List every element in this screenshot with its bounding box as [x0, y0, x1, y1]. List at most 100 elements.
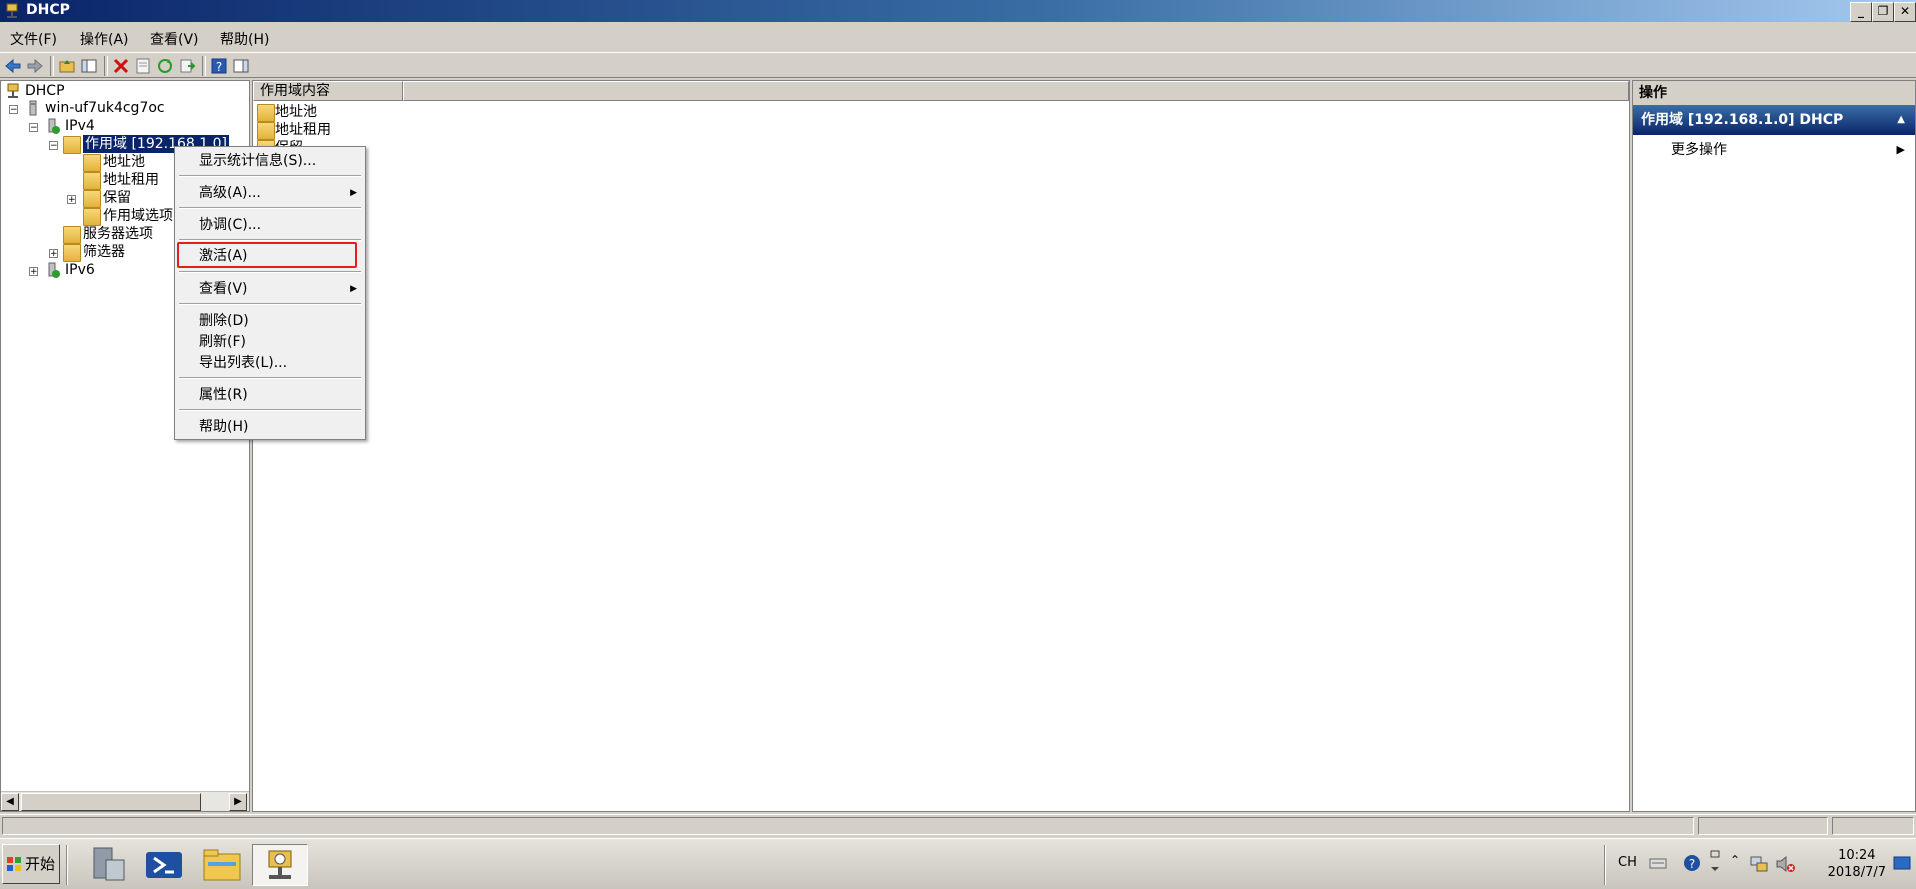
- forward-arrow-icon[interactable]: [26, 57, 44, 75]
- start-button[interactable]: 开始: [2, 844, 60, 884]
- context-menu: 显示统计信息(S)... 高级(A)... ▶ 协调(C)... 激活(A) 查…: [174, 146, 366, 440]
- menu-bar: 文件(F) 操作(A) 查看(V) 帮助(H): [0, 24, 1916, 50]
- network-icon[interactable]: [1748, 853, 1770, 875]
- tree-horizontal-scrollbar[interactable]: ◀ ▶: [1, 791, 249, 811]
- powershell-icon[interactable]: [138, 844, 190, 886]
- menu-item-export-list[interactable]: 导出列表(L)...: [199, 353, 287, 373]
- restore-button[interactable]: ❐: [1872, 2, 1894, 22]
- menu-item-help[interactable]: 帮助(H): [199, 417, 248, 437]
- show-hide-tree-icon[interactable]: [80, 57, 98, 75]
- input-language-indicator[interactable]: CH: [1618, 855, 1637, 870]
- taskbar-separator: [66, 845, 68, 885]
- tree-node-ipv4[interactable]: IPv4: [65, 117, 95, 135]
- menu-item-reconcile[interactable]: 协调(C)...: [199, 215, 261, 235]
- delete-icon[interactable]: [112, 57, 130, 75]
- menu-item-show-statistics[interactable]: 显示统计信息(S)...: [199, 151, 316, 171]
- back-arrow-icon[interactable]: [4, 57, 22, 75]
- taskbar-separator: [1604, 845, 1606, 885]
- tree-node-ipv6[interactable]: IPv6: [65, 261, 95, 279]
- windows-logo-icon: [7, 857, 21, 871]
- clock-date: 2018/7/7: [1827, 865, 1886, 880]
- tree-collapse-toggle[interactable]: −: [9, 105, 18, 115]
- scope-options-folder-icon: [83, 208, 101, 226]
- status-bar: [0, 814, 1916, 836]
- menu-item-refresh[interactable]: 刷新(F): [199, 332, 246, 352]
- help-icon[interactable]: ?: [210, 57, 228, 75]
- taskbar: 开始 CH ? ⌃ 10:24 2018/7/7: [0, 838, 1916, 889]
- tree-expand-toggle[interactable]: +: [29, 267, 38, 277]
- scope-folder-icon: [63, 136, 81, 154]
- tree-expand-toggle[interactable]: +: [49, 249, 58, 259]
- show-action-pane-icon[interactable]: [232, 57, 250, 75]
- toolbar-separator: [104, 56, 108, 76]
- menu-separator: [179, 303, 361, 305]
- status-panel: [1832, 817, 1914, 835]
- collapse-up-icon[interactable]: ▲: [1897, 105, 1905, 135]
- system-clock[interactable]: 10:24 2018/7/7: [1828, 847, 1886, 881]
- properties-icon[interactable]: [134, 57, 152, 75]
- submenu-arrow-icon: ▶: [1896, 143, 1905, 156]
- tree-node-address-pool[interactable]: 地址池: [103, 153, 145, 171]
- title-bar: DHCP _ ❐ ✕: [0, 0, 1916, 22]
- tree-node-reservations[interactable]: 保留: [103, 189, 131, 207]
- svg-text:?: ?: [216, 60, 222, 74]
- tree-node-address-leases[interactable]: 地址租用: [103, 171, 159, 189]
- reservations-folder-icon: [83, 190, 101, 208]
- close-button[interactable]: ✕: [1894, 2, 1916, 22]
- toolbar-separator: [50, 56, 54, 76]
- list-item[interactable]: 地址租用: [275, 121, 331, 139]
- toolbar-separator: [202, 56, 206, 76]
- menu-separator: [179, 409, 361, 411]
- tree-expand-toggle[interactable]: +: [67, 195, 76, 205]
- ime-options-icon[interactable]: [1708, 849, 1722, 877]
- action-section-scope[interactable]: 作用域 [192.168.1.0] DHCP ▲: [1633, 105, 1915, 135]
- scroll-left-button[interactable]: ◀: [1, 793, 19, 811]
- scroll-thumb[interactable]: [21, 793, 201, 811]
- tree-node-dhcp[interactable]: DHCP: [25, 82, 65, 100]
- menu-view[interactable]: 查看(V): [150, 29, 199, 49]
- export-list-icon[interactable]: [178, 57, 196, 75]
- ipv4-icon: [48, 118, 60, 134]
- keyboard-icon[interactable]: [1648, 853, 1668, 873]
- menu-item-delete[interactable]: 删除(D): [199, 311, 249, 331]
- menu-action[interactable]: 操作(A): [80, 29, 129, 49]
- menu-item-advanced[interactable]: 高级(A)...: [199, 183, 261, 203]
- toolbar: ?: [0, 52, 1916, 78]
- column-header-empty[interactable]: [403, 81, 1629, 101]
- activate-highlight-box: [177, 242, 357, 268]
- scroll-right-button[interactable]: ▶: [229, 793, 247, 811]
- menu-separator: [179, 207, 361, 209]
- menu-separator: [179, 271, 361, 273]
- tree-node-server-options[interactable]: 服务器选项: [83, 225, 153, 243]
- menu-help[interactable]: 帮助(H): [220, 29, 269, 49]
- dhcp-app-icon: [6, 3, 18, 18]
- tree-node-server[interactable]: win-uf7uk4cg7oc: [45, 99, 165, 117]
- show-hidden-icons-icon[interactable]: ⌃: [1730, 853, 1740, 867]
- clock-time: 10:24: [1838, 848, 1876, 863]
- minimize-button[interactable]: _: [1850, 2, 1872, 22]
- column-header-scope-contents[interactable]: 作用域内容: [253, 81, 403, 101]
- tree-node-filters[interactable]: 筛选器: [83, 243, 125, 261]
- tree-collapse-toggle[interactable]: −: [49, 141, 58, 151]
- action-pane: 操作 作用域 [192.168.1.0] DHCP ▲ 更多操作 ▶: [1632, 80, 1916, 812]
- action-pane-header: 操作: [1633, 81, 1915, 105]
- menu-file[interactable]: 文件(F): [10, 29, 57, 49]
- show-desktop-icon[interactable]: [1892, 853, 1912, 873]
- start-label: 开始: [25, 855, 56, 873]
- help-tray-icon[interactable]: ?: [1682, 853, 1702, 873]
- menu-item-view[interactable]: 查看(V): [199, 279, 248, 299]
- up-folder-icon[interactable]: [58, 57, 76, 75]
- server-manager-icon[interactable]: [82, 844, 134, 886]
- svg-text:?: ?: [1689, 857, 1695, 871]
- tree-collapse-toggle[interactable]: −: [29, 123, 38, 133]
- volume-muted-icon[interactable]: [1774, 853, 1796, 875]
- file-explorer-icon[interactable]: [196, 844, 248, 886]
- taskbar-dhcp-button[interactable]: [252, 844, 308, 886]
- menu-item-properties[interactable]: 属性(R): [199, 385, 248, 405]
- dhcp-console-icon: [268, 850, 292, 879]
- status-panel: [1698, 817, 1828, 835]
- action-more-actions[interactable]: 更多操作: [1671, 141, 1727, 159]
- tree-node-scope-options[interactable]: 作用域选项: [103, 207, 173, 225]
- refresh-icon[interactable]: [156, 57, 174, 75]
- list-item[interactable]: 地址池: [275, 103, 317, 121]
